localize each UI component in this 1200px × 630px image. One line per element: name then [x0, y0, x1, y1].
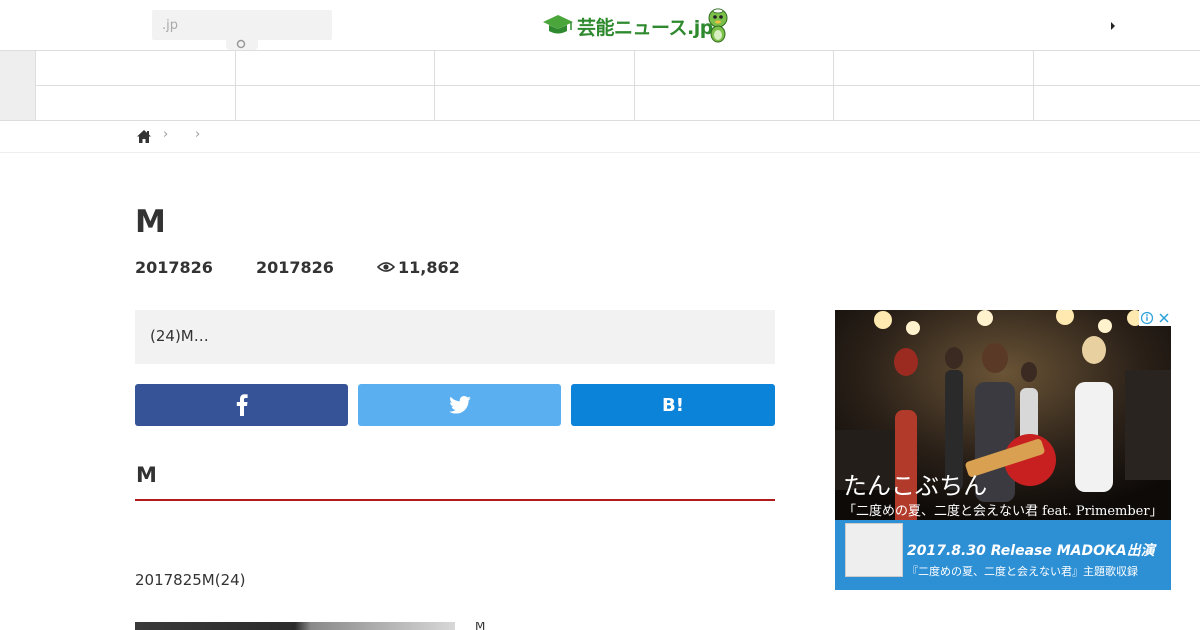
- ad-artist-name: たんこぶちん: [843, 472, 988, 500]
- article-image: [135, 622, 455, 630]
- hatena-bookmark-icon: B!: [662, 395, 684, 416]
- nav-item[interactable]: [635, 51, 834, 86]
- ad-info-close-icon: [1140, 311, 1169, 325]
- nav-item[interactable]: [635, 86, 834, 121]
- article-title: M: [135, 204, 166, 240]
- ad-album-info: 『二度めの夏、二度と会えない君』主題歌収録: [907, 565, 1138, 578]
- nav-item[interactable]: [1034, 86, 1200, 121]
- ad-song-title: 「二度めの夏、二度と会えない君 feat. Primember」: [843, 504, 1163, 519]
- ad-release-info: 2017.8.30 Release MADOKA出演: [907, 543, 1155, 559]
- kappa-mascot-icon: [708, 8, 728, 43]
- breadcrumb-separator: ›: [195, 127, 201, 142]
- nav-side-panel: [0, 51, 36, 120]
- nav-item[interactable]: [834, 51, 1034, 86]
- ad-album-cover: [845, 523, 903, 577]
- view-count-value: 11,862: [398, 258, 460, 277]
- nav-item[interactable]: [236, 51, 435, 86]
- section-heading: M: [135, 463, 775, 501]
- breadcrumb: › ›: [0, 121, 1200, 153]
- nav-item[interactable]: [435, 86, 635, 121]
- nav-item[interactable]: [1034, 51, 1200, 86]
- logo-text: 芸能ニュース.jp: [577, 17, 713, 39]
- search-icon: [236, 39, 246, 49]
- facebook-icon: [236, 394, 248, 416]
- twitter-share-button[interactable]: [358, 384, 561, 426]
- search-tab[interactable]: [226, 39, 258, 50]
- article-image-caption: M: [475, 622, 486, 630]
- article-excerpt: (24)M…: [135, 310, 775, 364]
- breadcrumb-separator: ›: [163, 127, 169, 142]
- article-body-text: 2017825M(24): [135, 571, 246, 589]
- graduation-cap-icon: [543, 15, 573, 34]
- nav-item[interactable]: [36, 51, 236, 86]
- search-input[interactable]: [152, 10, 332, 40]
- eye-icon: [377, 262, 395, 272]
- updated-date: 2017826: [256, 258, 334, 277]
- site-header: 芸能ニュース.jp: [0, 0, 1200, 50]
- nav-item[interactable]: [435, 51, 635, 86]
- site-logo[interactable]: 芸能ニュース.jp: [542, 7, 732, 43]
- search-box[interactable]: [152, 10, 332, 40]
- twitter-icon: [448, 396, 471, 414]
- home-icon[interactable]: [136, 129, 152, 144]
- menu-arrow-icon[interactable]: [1108, 20, 1118, 32]
- hatena-bookmark-button[interactable]: B!: [571, 384, 775, 426]
- published-date: 2017826: [135, 258, 213, 277]
- category-nav: [0, 50, 1200, 121]
- nav-item[interactable]: [834, 86, 1034, 121]
- sidebar-ad-banner[interactable]: たんこぶちん 「二度めの夏、二度と会えない君 feat. Primember」 …: [835, 310, 1171, 590]
- nav-item[interactable]: [236, 86, 435, 121]
- facebook-share-button[interactable]: [135, 384, 348, 426]
- nav-item[interactable]: [36, 86, 236, 121]
- ad-choices-badge[interactable]: [1139, 310, 1171, 326]
